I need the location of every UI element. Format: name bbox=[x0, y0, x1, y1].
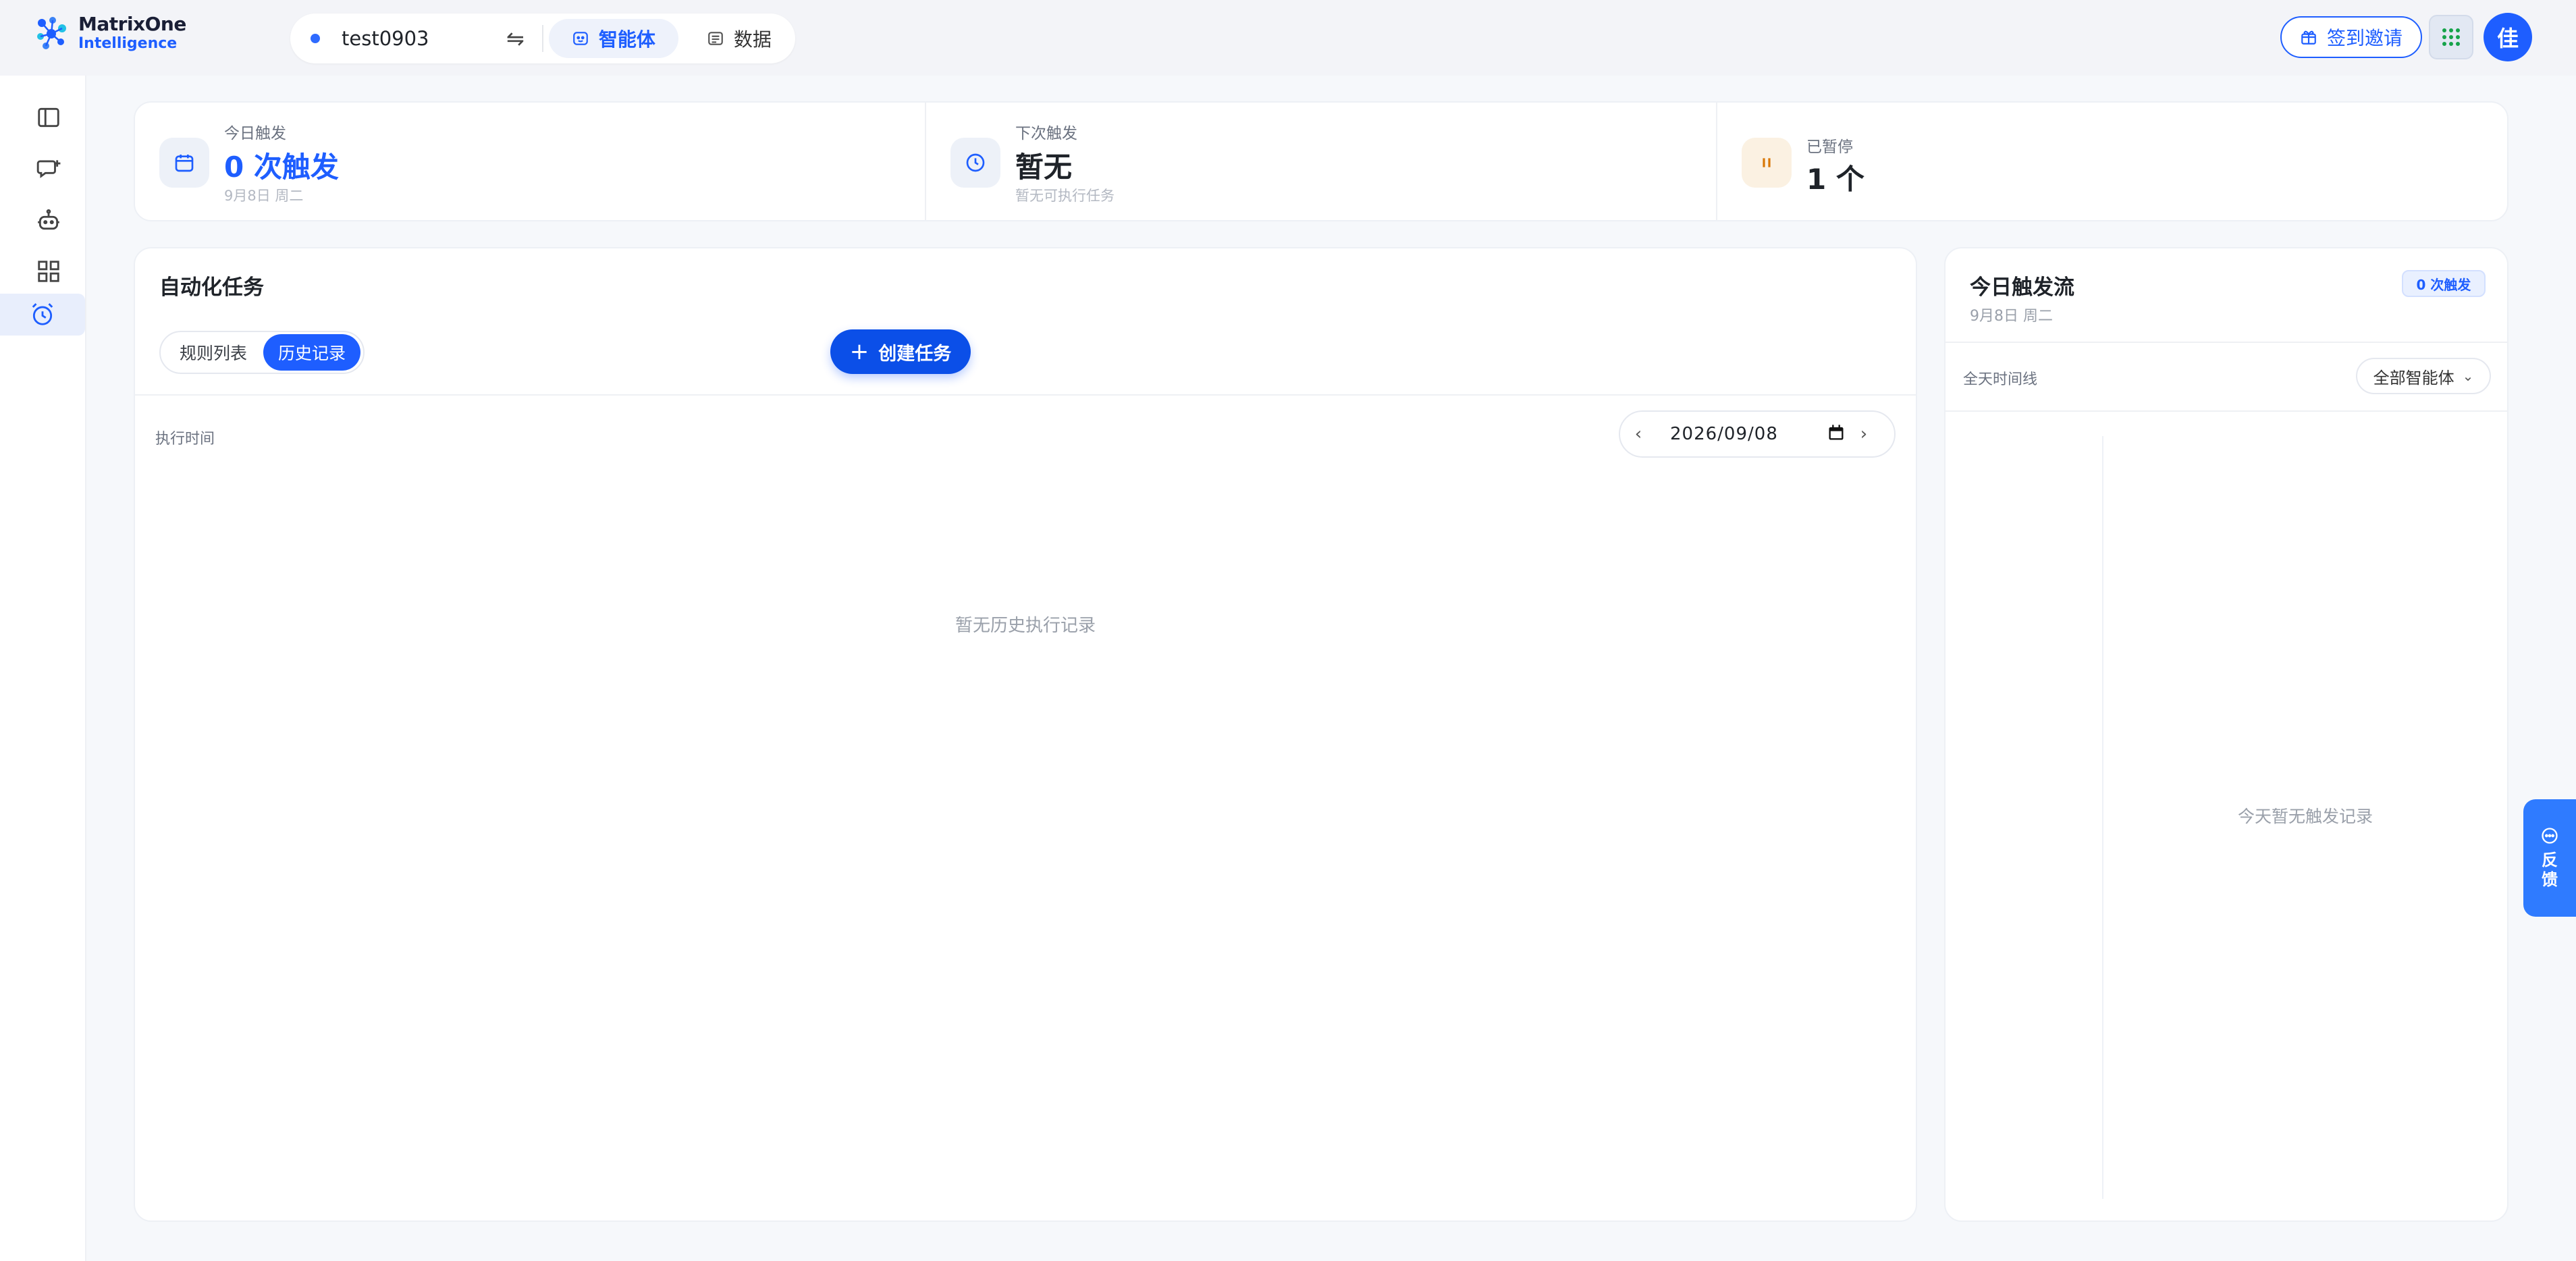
workspace-divider bbox=[541, 25, 543, 52]
agent-icon bbox=[572, 32, 588, 45]
chevron-down-icon: ⌄ bbox=[2462, 368, 2474, 384]
workspace-switcher: test0903 ⇋ 智能体 数据 bbox=[290, 14, 795, 63]
calendar-icon bbox=[159, 138, 209, 188]
checkin-invite-button[interactable]: 签到邀请 bbox=[2280, 16, 2422, 58]
stat-next-label: 下次触发 bbox=[1015, 125, 1077, 142]
new-chat-icon bbox=[36, 160, 61, 178]
sidebar-item-new-chat[interactable] bbox=[14, 148, 84, 190]
tab-data-label: 数据 bbox=[733, 28, 772, 51]
stat-today-sub: 9月8日 周二 bbox=[224, 188, 304, 204]
app-launcher-button[interactable] bbox=[2429, 15, 2473, 59]
top-header: MatrixOne Intelligence test0903 ⇋ 智能体 数据… bbox=[0, 0, 2576, 76]
logo[interactable]: MatrixOne Intelligence bbox=[32, 14, 186, 53]
agent-filter-value: 全部智能体 bbox=[2373, 368, 2454, 387]
apps-grid-icon bbox=[38, 261, 59, 282]
stat-next: 下次触发 暂无 暂无可执行任务 bbox=[926, 103, 1717, 220]
invite-label: 签到邀请 bbox=[2326, 27, 2403, 49]
tab-rule-list[interactable]: 规则列表 bbox=[163, 334, 263, 371]
agent-filter-select[interactable]: 全部智能体 ⌄ bbox=[2356, 358, 2491, 394]
view-segmented-control: 规则列表 历史记录 bbox=[159, 331, 365, 374]
stat-today-label: 今日触发 bbox=[224, 125, 286, 142]
sidebar bbox=[0, 76, 86, 1261]
stat-next-value: 暂无 bbox=[1015, 151, 1073, 184]
stat-today: 今日触发 0 次触发 9月8日 周二 bbox=[135, 103, 926, 220]
timeline-label: 全天时间线 bbox=[1963, 371, 2038, 388]
page-title: 自动化任务 bbox=[159, 275, 264, 300]
grid-dots-icon bbox=[2442, 28, 2460, 46]
stat-paused: 已暂停 1 个 bbox=[1717, 103, 2507, 220]
robot-icon bbox=[38, 209, 59, 230]
tab-data[interactable]: 数据 bbox=[684, 19, 795, 58]
sidebar-toggle-icon bbox=[38, 107, 59, 128]
logo-text-primary: MatrixOne bbox=[78, 13, 186, 35]
pause-icon bbox=[1742, 138, 1792, 188]
calendar-picker-icon[interactable] bbox=[1827, 423, 1846, 445]
chat-bubble-icon bbox=[2542, 828, 2558, 844]
tab-agents-label: 智能体 bbox=[598, 28, 655, 51]
swap-workspace-icon[interactable]: ⇋ bbox=[506, 26, 525, 51]
column-header-exec-time: 执行时间 bbox=[155, 431, 215, 448]
sidebar-item-apps[interactable] bbox=[14, 250, 84, 292]
next-day-button[interactable]: › bbox=[1846, 424, 1882, 444]
flow-empty-state: 今天暂无触发记录 bbox=[2237, 807, 2373, 826]
divider bbox=[1946, 342, 2507, 343]
divider bbox=[1946, 410, 2507, 412]
feedback-label: 反馈 bbox=[2542, 851, 2558, 889]
stats-bar: 今日触发 0 次触发 9月8日 周二 下次触发 暂无 暂无可执行任务 已暂停 1… bbox=[134, 101, 2508, 221]
clock-icon bbox=[950, 138, 1000, 188]
create-task-label: 创建任务 bbox=[878, 343, 952, 365]
automation-panel: 自动化任务 规则列表 历史记录 + 创建任务 执行时间 ‹ 2026/09/08… bbox=[134, 247, 1917, 1222]
create-task-button[interactable]: + 创建任务 bbox=[830, 329, 971, 374]
stat-today-value: 0 次触发 bbox=[224, 151, 339, 184]
today-trigger-flow-panel: 今日触发流 9月8日 周二 0 次触发 全天时间线 全部智能体 ⌄ 今天暂无触发… bbox=[1944, 247, 2508, 1222]
empty-state-text: 暂无历史执行记录 bbox=[955, 616, 1096, 636]
user-avatar[interactable]: 佳 bbox=[2484, 13, 2532, 61]
data-icon bbox=[707, 32, 723, 45]
alarm-clock-icon bbox=[32, 303, 53, 325]
trigger-count-badge: 0 次触发 bbox=[2402, 270, 2486, 297]
tab-agents[interactable]: 智能体 bbox=[548, 19, 678, 58]
sidebar-item-automation[interactable] bbox=[0, 294, 85, 336]
stat-paused-label: 已暂停 bbox=[1806, 138, 1853, 156]
flow-title: 今日触发流 bbox=[1970, 275, 2074, 300]
stat-next-sub: 暂无可执行任务 bbox=[1015, 188, 1115, 204]
workspace-status-dot bbox=[311, 34, 320, 43]
prev-day-button[interactable]: ‹ bbox=[1620, 424, 1657, 444]
feedback-button[interactable]: 反馈 bbox=[2523, 799, 2576, 917]
sidebar-item-agents[interactable] bbox=[14, 199, 84, 241]
matrixone-logo-icon bbox=[32, 14, 72, 53]
plus-icon: + bbox=[849, 338, 869, 365]
logo-text-secondary: Intelligence bbox=[78, 35, 178, 52]
date-picker: ‹ 2026/09/08 › bbox=[1619, 410, 1896, 458]
sidebar-toggle-button[interactable] bbox=[14, 97, 84, 138]
workspace-name[interactable]: test0903 bbox=[342, 27, 490, 50]
stat-paused-value: 1 个 bbox=[1806, 163, 1864, 196]
tab-history[interactable]: 历史记录 bbox=[263, 334, 360, 371]
flow-date: 9月8日 周二 bbox=[1970, 308, 2053, 325]
gift-icon bbox=[2301, 30, 2316, 45]
divider bbox=[135, 394, 1916, 396]
date-input[interactable]: 2026/09/08 bbox=[1670, 424, 1827, 444]
